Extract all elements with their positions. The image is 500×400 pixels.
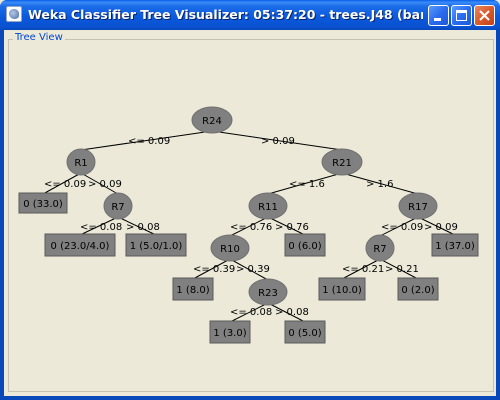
leaf-node-label: 1 (5.0/1.0) [130, 241, 183, 252]
split-node-label: R24 [202, 116, 222, 127]
tree-leaf-node[interactable]: 1 (10.0) [318, 277, 366, 301]
weka-app-icon[interactable] [6, 6, 22, 22]
split-node-label: R7 [373, 244, 386, 255]
leaf-node-label: 1 (8.0) [176, 285, 209, 296]
tree-view-canvas[interactable]: <= 0.09 > 0.09<= 0.09 > 0.09<= 0.08 > 0.08<… [0, 30, 500, 396]
tree-leaf-node[interactable]: 0 (6.0) [284, 233, 326, 257]
edge-condition-label: > 0.08 [126, 222, 160, 233]
tree-leaf-node[interactable]: 0 (23.0/4.0) [44, 233, 116, 257]
split-node-label: R7 [111, 202, 124, 213]
edge-condition-label: <= 0.21 [342, 264, 384, 275]
tree-leaf-node[interactable]: 0 (2.0) [397, 277, 439, 301]
window-border-bottom [0, 396, 500, 400]
maximize-button[interactable] [451, 5, 472, 26]
window-title: Weka Classifier Tree Visualizer: 05:37:2… [28, 7, 423, 22]
edge-condition-label: <= 0.09 [44, 179, 86, 190]
tree-split-node[interactable]: R23 [248, 278, 288, 306]
leaf-node-label: 0 (23.0/4.0) [51, 241, 110, 252]
tree-leaf-node[interactable]: 1 (37.0) [431, 233, 479, 257]
edge-condition-label: <= 0.09 [128, 136, 170, 147]
close-icon [479, 10, 490, 21]
title-bar[interactable]: Weka Classifier Tree Visualizer: 05:37:2… [0, 0, 500, 30]
edge-condition-label: > 0.09 [261, 136, 295, 147]
tree-split-node[interactable]: R10 [210, 234, 250, 262]
edge-condition-label: > 0.09 [88, 179, 122, 190]
maximize-icon [456, 10, 467, 21]
tree-split-node[interactable]: R7 [365, 234, 395, 262]
edge-condition-label: <= 1.6 [289, 179, 325, 190]
edge-condition-label: > 0.08 [275, 307, 309, 318]
split-node-label: R11 [258, 202, 278, 213]
minimize-button[interactable] [428, 5, 449, 26]
edge-condition-label: <= 0.09 [381, 222, 423, 233]
tree-leaf-node[interactable]: 1 (3.0) [209, 320, 251, 344]
leaf-node-label: 0 (5.0) [288, 328, 321, 339]
tree-split-node[interactable]: R11 [248, 192, 288, 220]
tree-split-node[interactable]: R17 [398, 192, 438, 220]
edge-condition-label: > 1.6 [366, 179, 393, 190]
edge-condition-label: > 0.39 [236, 264, 270, 275]
tree-leaf-node[interactable]: 1 (5.0/1.0) [125, 233, 187, 257]
edge-condition-label: <= 0.08 [230, 307, 272, 318]
split-node-label: R1 [74, 158, 87, 169]
edge-condition-label: <= 0.08 [80, 222, 122, 233]
edge-condition-label: <= 0.39 [193, 264, 235, 275]
edge-condition-label: <= 0.76 [230, 222, 272, 233]
tree-leaf-node[interactable]: 0 (5.0) [284, 320, 326, 344]
application-window: Weka Classifier Tree Visualizer: 05:37:2… [0, 0, 500, 400]
edge-condition-label: > 0.76 [275, 222, 309, 233]
minimize-icon [434, 18, 441, 21]
leaf-node-label: 1 (3.0) [213, 328, 246, 339]
edge-condition-label: > 0.21 [385, 264, 419, 275]
split-node-label: R17 [408, 202, 428, 213]
tree-leaf-node[interactable]: 1 (8.0) [172, 277, 214, 301]
tree-split-node[interactable]: R7 [103, 192, 133, 220]
leaf-node-label: 1 (10.0) [322, 285, 362, 296]
edge-condition-label: > 0.09 [424, 222, 458, 233]
tree-split-node[interactable]: R21 [321, 148, 363, 176]
leaf-node-label: 0 (2.0) [401, 285, 434, 296]
tree-split-node[interactable]: R1 [66, 148, 96, 176]
leaf-node-label: 0 (6.0) [288, 241, 321, 252]
tree-leaf-node[interactable]: 0 (33.0) [18, 192, 68, 214]
split-node-label: R23 [258, 288, 278, 299]
tree-split-node[interactable]: R24 [191, 106, 233, 134]
split-node-label: R21 [332, 158, 352, 169]
leaf-node-label: 1 (37.0) [435, 241, 475, 252]
split-node-label: R10 [220, 244, 240, 255]
close-button[interactable] [474, 5, 495, 26]
leaf-node-label: 0 (33.0) [23, 199, 63, 210]
